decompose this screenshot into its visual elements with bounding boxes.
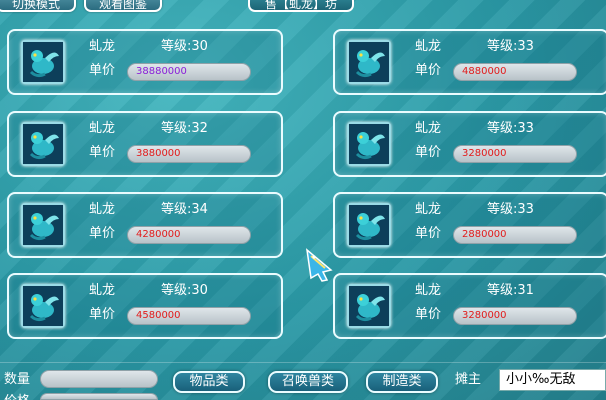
price-label: 单价 [415,307,442,322]
pet-level: 等级:33 [487,202,534,217]
price-label: 单价 [89,226,116,241]
listing-card[interactable]: 虬龙 等级:33 单价 3280000 [333,111,606,177]
price-field: 38880000 [127,63,251,81]
dragon-pet-icon [21,40,65,84]
total-price-label: 价格 [4,394,30,400]
pet-level: 等级:30 [161,283,208,298]
dragon-pet-icon [347,40,391,84]
pet-name: 虬龙 [415,121,442,136]
dragon-pet-icon [347,203,391,247]
price-label: 单价 [89,145,116,160]
seller-label: 摊主 [455,372,482,387]
dragon-pet-icon [347,284,391,328]
listing-card[interactable]: 虬龙 等级:33 单价 2880000 [333,192,606,258]
price-label: 单价 [89,307,116,322]
price-field: 3280000 [453,307,577,325]
price-field: 4580000 [127,307,251,325]
view-gallery-button[interactable]: 观看图鉴 [84,0,162,12]
seller-name-field: 小小‰无敌 [499,369,606,391]
price-label: 单价 [415,145,442,160]
dragon-pet-icon [21,203,65,247]
shop-title: 售【虬龙】坊 [248,0,354,12]
listing-card[interactable]: 虬龙 等级:34 单价 4280000 [7,192,283,258]
pet-name: 虬龙 [89,39,116,54]
dragon-pet-icon [21,284,65,328]
top-bar: 切换模式 观看图鉴 售【虬龙】坊 [0,0,606,14]
quantity-input[interactable] [40,370,158,388]
price-field: 3280000 [453,145,577,163]
pet-level: 等级:32 [161,121,208,136]
listing-card[interactable]: 虬龙 等级:32 单价 3880000 [7,111,283,177]
dragon-pet-icon [347,122,391,166]
pet-name: 虬龙 [89,283,116,298]
pet-name: 虬龙 [89,121,116,136]
listing-card[interactable]: 虬龙 等级:33 单价 4880000 [333,29,606,95]
listing-card[interactable]: 虬龙 等级:31 单价 3280000 [333,273,606,339]
summon-category-button[interactable]: 召唤兽类 [268,371,348,393]
crafting-category-button[interactable]: 制造类 [366,371,438,393]
pet-level: 等级:30 [161,39,208,54]
dragon-pet-icon [21,122,65,166]
pet-name: 虬龙 [415,39,442,54]
pet-level: 等级:31 [487,283,534,298]
switch-mode-button[interactable]: 切换模式 [0,0,76,12]
price-field: 4880000 [453,63,577,81]
pet-name: 虬龙 [89,202,116,217]
price-field: 2880000 [453,226,577,244]
pet-level: 等级:34 [161,202,208,217]
quantity-label: 数量 [4,372,31,387]
listing-card[interactable]: 虬龙 等级:30 单价 4580000 [7,273,283,339]
pet-name: 虬龙 [415,202,442,217]
pet-name: 虬龙 [415,283,442,298]
listing-card[interactable]: 虬龙 等级:30 单价 38880000 [7,29,283,95]
price-label: 单价 [415,63,442,78]
price-field: 3880000 [127,145,251,163]
price-label: 单价 [89,63,116,78]
items-category-button[interactable]: 物品类 [173,371,245,393]
total-price-input[interactable] [40,393,158,400]
bottom-divider [0,362,606,363]
pet-level: 等级:33 [487,121,534,136]
pet-level: 等级:33 [487,39,534,54]
price-field: 4280000 [127,226,251,244]
price-label: 单价 [415,226,442,241]
fish-cursor-icon [305,248,335,282]
